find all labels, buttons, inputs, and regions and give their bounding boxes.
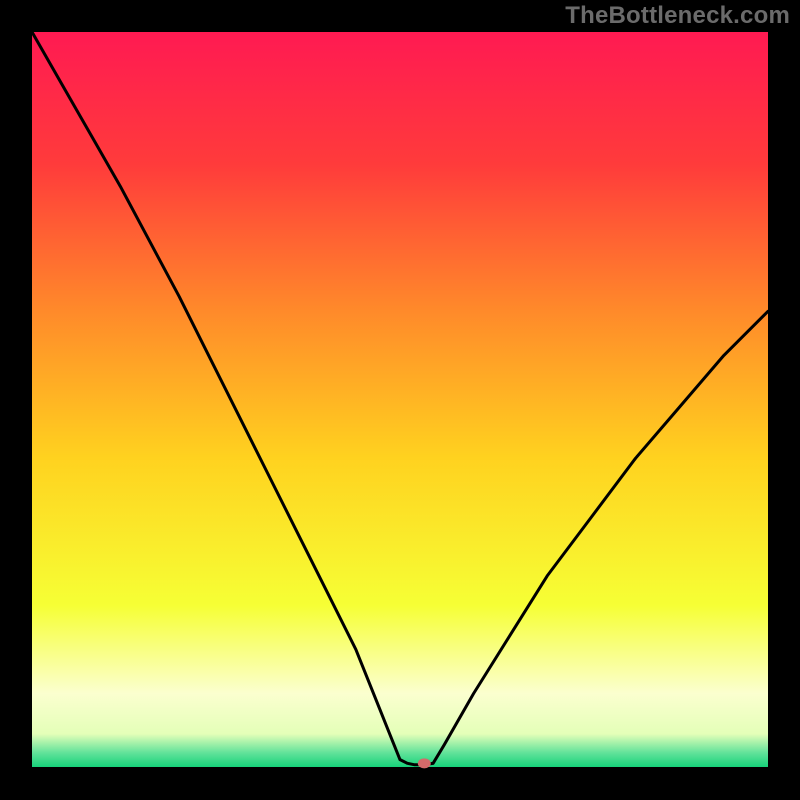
watermark-text: TheBottleneck.com: [565, 2, 790, 30]
chart-canvas: [0, 0, 800, 800]
chart-frame: TheBottleneck.com: [0, 0, 800, 800]
optimum-marker: [418, 758, 431, 768]
plot-background: [32, 32, 768, 767]
